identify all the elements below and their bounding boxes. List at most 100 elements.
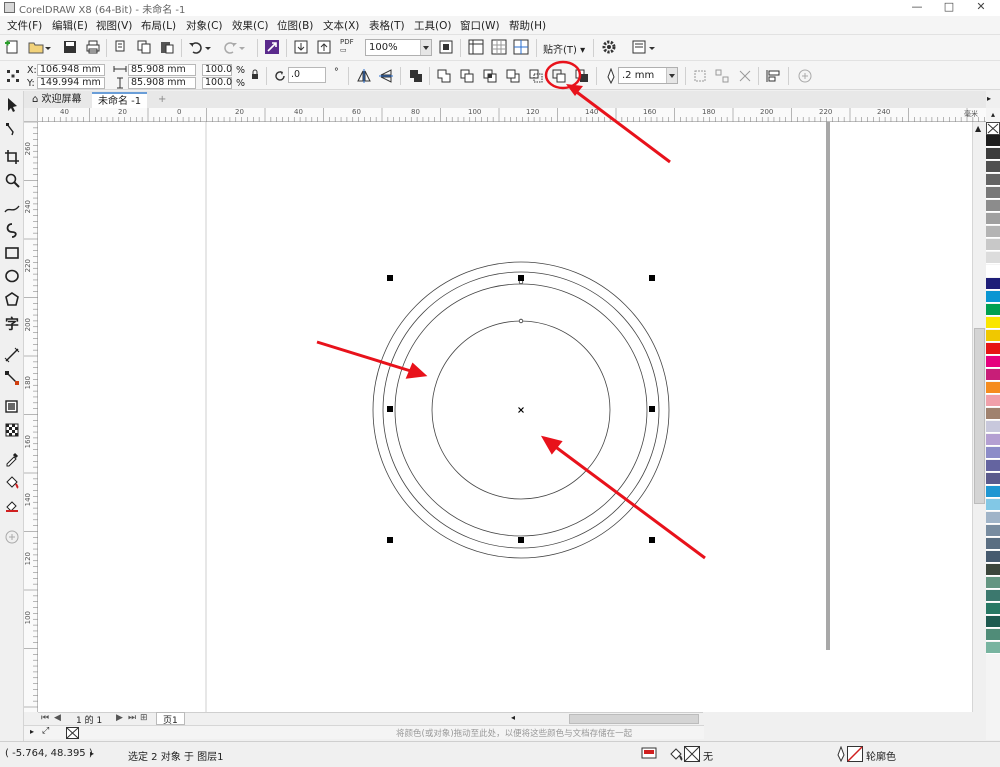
trim-icon[interactable] xyxy=(459,68,475,84)
add-page-icon[interactable]: ⊞ xyxy=(140,713,148,723)
interactive-fill-tool-icon[interactable] xyxy=(4,474,20,490)
vertical-scroll-thumb[interactable] xyxy=(974,328,985,504)
palette-swatch[interactable] xyxy=(986,278,1000,290)
close-button[interactable]: ✕ xyxy=(968,0,994,16)
polygon-tool-icon[interactable] xyxy=(4,291,20,307)
page-tab-1[interactable]: 页1 xyxy=(156,712,185,726)
horizontal-scrollbar[interactable] xyxy=(518,712,703,725)
rectangle-tool-icon[interactable] xyxy=(4,245,20,261)
palette-swatch[interactable] xyxy=(986,642,1000,654)
add-tab-button[interactable]: + xyxy=(152,92,172,108)
palette-swatch[interactable] xyxy=(986,551,1000,563)
previous-page-icon[interactable]: ◀ xyxy=(54,713,61,723)
menu-object[interactable]: 对象(C) xyxy=(186,18,223,33)
horizontal-scroll-thumb[interactable] xyxy=(569,714,699,724)
full-screen-preview-icon[interactable] xyxy=(438,39,454,55)
menu-window[interactable]: 窗口(W) xyxy=(460,18,500,33)
palette-swatch[interactable] xyxy=(986,252,1000,264)
outline-color-swatch[interactable] xyxy=(847,746,863,762)
palette-swatch[interactable] xyxy=(986,447,1000,459)
search-content-icon[interactable] xyxy=(264,39,280,55)
palette-swatch[interactable] xyxy=(986,577,1000,589)
menu-view[interactable]: 视图(V) xyxy=(96,18,132,33)
palette-swatch[interactable] xyxy=(986,161,1000,173)
drawing-canvas[interactable] xyxy=(38,122,986,712)
palette-swatch[interactable] xyxy=(986,512,1000,524)
undo-icon[interactable] xyxy=(188,39,204,55)
no-fill-icon[interactable] xyxy=(684,746,700,762)
options-gear-icon[interactable] xyxy=(601,39,617,55)
rotation-angle-input[interactable]: .0 xyxy=(288,67,326,83)
next-page-icon[interactable]: ▶ xyxy=(116,713,123,723)
zoom-tool-icon[interactable] xyxy=(4,172,20,188)
menu-table[interactable]: 表格(T) xyxy=(369,18,405,33)
circle-node[interactable] xyxy=(518,318,524,324)
palette-swatch[interactable] xyxy=(986,486,1000,498)
first-page-icon[interactable]: ⏮ xyxy=(41,713,49,723)
add-tool-icon[interactable] xyxy=(4,529,20,545)
open-folder-icon[interactable] xyxy=(28,39,44,55)
palette-swatch[interactable] xyxy=(986,304,1000,316)
menu-bitmaps[interactable]: 位图(B) xyxy=(277,18,313,33)
simplify-icon[interactable] xyxy=(505,68,521,84)
vertical-ruler[interactable] xyxy=(24,122,38,712)
menu-layout[interactable]: 布局(L) xyxy=(141,18,176,33)
restore-button[interactable]: □ xyxy=(936,0,962,16)
palette-swatch[interactable] xyxy=(986,187,1000,199)
selection-handle-bottom-left[interactable] xyxy=(387,537,393,543)
menu-edit[interactable]: 编辑(E) xyxy=(52,18,88,33)
print-icon[interactable] xyxy=(85,39,101,55)
palette-swatch[interactable] xyxy=(986,395,1000,407)
palette-swatch[interactable] xyxy=(986,525,1000,537)
palette-swatch[interactable] xyxy=(986,213,1000,225)
cut-icon[interactable] xyxy=(113,39,129,55)
palette-swatch[interactable] xyxy=(986,564,1000,576)
text-tool-icon[interactable]: 字 xyxy=(4,317,20,333)
open-dropdown-chevron-icon[interactable] xyxy=(44,40,52,56)
palette-swatch[interactable] xyxy=(986,291,1000,303)
palette-swatch[interactable] xyxy=(986,382,1000,394)
palette-swatch[interactable] xyxy=(986,603,1000,615)
combine-icon[interactable] xyxy=(408,68,424,84)
show-guidelines-icon[interactable] xyxy=(513,39,529,55)
mirror-horizontal-icon[interactable] xyxy=(356,68,372,84)
lock-ratio-icon[interactable] xyxy=(250,69,260,81)
selection-handle-left[interactable] xyxy=(387,406,393,412)
save-icon[interactable] xyxy=(62,39,78,55)
freehand-tool-icon[interactable] xyxy=(4,199,20,215)
horizontal-ruler[interactable]: 40 20 0 20 40 60 80 100 120 140 160 180 … xyxy=(24,108,986,122)
show-rulers-icon[interactable] xyxy=(468,39,484,55)
palette-swatch[interactable] xyxy=(986,369,1000,381)
document-no-color-icon[interactable] xyxy=(66,727,79,739)
selection-handle-bottom[interactable] xyxy=(518,537,524,543)
palette-swatch[interactable] xyxy=(986,148,1000,160)
publish-pdf-icon[interactable]: PDF ▭ xyxy=(340,38,356,54)
vertical-scrollbar[interactable]: ▲ xyxy=(972,122,986,712)
quick-customize-add-icon[interactable] xyxy=(797,68,813,84)
palette-swatch[interactable] xyxy=(986,200,1000,212)
y-position-input[interactable]: 149.994 mm xyxy=(37,77,105,89)
palette-swatch[interactable] xyxy=(986,473,1000,485)
tab-untitled-document[interactable]: 未命名 -1 xyxy=(92,92,148,108)
shape-tool-icon[interactable] xyxy=(4,121,20,137)
minimize-button[interactable]: — xyxy=(904,0,930,16)
parallel-dimension-tool-icon[interactable] xyxy=(4,347,20,363)
connector-tool-icon[interactable] xyxy=(4,370,20,386)
palette-swatch[interactable] xyxy=(986,265,1000,277)
import-icon[interactable] xyxy=(293,39,309,55)
selection-handle-bottom-right[interactable] xyxy=(649,537,655,543)
palette-swatch[interactable] xyxy=(986,317,1000,329)
redo-dropdown-chevron-icon[interactable] xyxy=(238,40,246,56)
color-proof-icon[interactable] xyxy=(641,747,657,761)
scroll-up-icon[interactable]: ▲ xyxy=(975,124,981,133)
undo-dropdown-chevron-icon[interactable] xyxy=(204,40,212,56)
last-page-icon[interactable]: ⏭ xyxy=(128,713,136,723)
palette-swatch[interactable] xyxy=(986,590,1000,602)
object-height-input[interactable]: 85.908 mm xyxy=(128,77,196,89)
artistic-media-tool-icon[interactable] xyxy=(4,222,20,238)
eyedropper-tool-icon[interactable] xyxy=(4,451,20,467)
transparency-tool-icon[interactable] xyxy=(4,422,20,438)
mirror-vertical-icon[interactable] xyxy=(378,68,394,84)
selection-center-marker[interactable] xyxy=(518,407,524,413)
palette-swatch[interactable] xyxy=(986,434,1000,446)
